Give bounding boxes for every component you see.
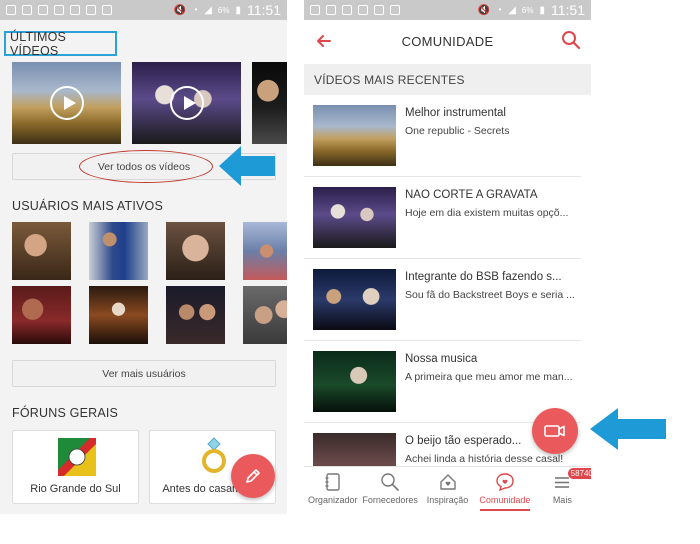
video-title: Integrante do BSB fazendo s...	[405, 271, 562, 283]
mute-icon: 🔇	[173, 4, 187, 16]
nav-label: Mais	[552, 495, 572, 505]
back-arrow-icon[interactable]	[314, 31, 334, 51]
video-thumbnail	[313, 105, 396, 166]
video-thumbnail[interactable]	[252, 62, 287, 144]
instagram-icon	[374, 5, 384, 15]
section-title-active-users: USUÁRIOS MAIS ATIVOS	[12, 199, 164, 213]
search-icon[interactable]	[561, 30, 581, 50]
play-icon[interactable]	[169, 86, 204, 120]
nav-label: Organizador	[307, 495, 358, 505]
nav-label: Comunidade	[479, 495, 531, 505]
rs-flag-icon	[58, 438, 96, 476]
notification-icons	[6, 5, 112, 15]
video-subtitle: A primeira que meu amor me man...	[405, 371, 573, 383]
see-more-users-button[interactable]: Ver mais usuários	[12, 360, 276, 387]
nav-item-fornecedores[interactable]: Fornecedores	[361, 467, 418, 514]
user-avatar[interactable]	[166, 222, 225, 280]
notification-badge: 58740	[567, 468, 591, 479]
video-thumbnails	[12, 62, 287, 144]
gallery-icon	[6, 5, 16, 15]
nav-item-mais[interactable]: 58740 Mais	[534, 467, 591, 514]
video-list-item[interactable]: NÃO CORTE A GRAVATA Hoje em dia existem …	[304, 177, 581, 259]
battery-percent: 6%	[217, 5, 230, 15]
highlight-ellipse	[79, 150, 213, 183]
instagram-icon	[342, 5, 352, 15]
bottom-navigation: Organizador Fornecedores Inspiração Comu…	[304, 466, 591, 514]
battery-icon: ▮	[235, 4, 241, 16]
play-icon[interactable]	[49, 86, 84, 120]
section-header-recent-videos: VÍDEOS MAIS RECENTES	[304, 64, 591, 95]
video-subtitle: Hoje em dia existem muitas opçõ...	[405, 207, 569, 219]
gallery-icon	[310, 5, 320, 15]
notebook-icon	[325, 473, 340, 491]
clock: 11:51	[247, 2, 281, 18]
battery-icon: ▮	[539, 4, 545, 16]
video-title: Nossa musica	[405, 353, 478, 365]
arrow-left-icon	[219, 146, 275, 186]
nav-label: Inspiração	[426, 495, 469, 505]
video-list-item[interactable]: Nossa musica A primeira que meu amor me …	[304, 341, 581, 423]
video-thumbnail[interactable]	[132, 62, 241, 144]
photo-icon	[102, 5, 112, 15]
video-list-item[interactable]: Melhor instrumental One republic - Secre…	[304, 95, 581, 177]
user-avatar[interactable]	[89, 286, 148, 344]
status-bar: 🔇 ◔ ◢ 6% ▮ 11:51	[304, 0, 591, 20]
video-thumbnail	[313, 351, 396, 412]
video-subtitle: One republic - Secrets	[405, 125, 510, 137]
instagram-icon	[358, 5, 368, 15]
signal-icon: ◢	[508, 4, 516, 16]
video-thumbnail[interactable]	[12, 62, 121, 144]
instagram-icon	[326, 5, 336, 15]
search-icon	[381, 473, 399, 491]
video-camera-icon	[544, 425, 565, 437]
forum-card-rio-grande-do-sul[interactable]: Rio Grande do Sul	[12, 430, 139, 504]
instagram-icon	[38, 5, 48, 15]
video-title: NÃO CORTE A GRAVATA	[405, 189, 538, 201]
instagram-icon	[86, 5, 96, 15]
download-icon	[22, 5, 32, 15]
nav-label: Fornecedores	[362, 495, 418, 505]
nav-item-inspiracao[interactable]: Inspiração	[419, 467, 476, 514]
arrow-left-icon	[590, 408, 666, 450]
section-title-general-forums: FÓRUNS GERAIS	[12, 406, 119, 420]
video-subtitle: Sou fã do Backstreet Boys e seria ...	[405, 289, 575, 301]
pencil-icon	[246, 469, 260, 483]
forum-label: Rio Grande do Sul	[30, 483, 121, 495]
top-app-bar: COMUNIDADE	[304, 20, 591, 62]
video-thumbnail	[313, 269, 396, 330]
left-screen: 🔇 ◔ ◢ 6% ▮ 11:51 ÚLTIMOS VÍDEOS Ver todo…	[0, 0, 287, 514]
nav-item-organizador[interactable]: Organizador	[304, 467, 361, 514]
wifi-icon: ◔	[496, 4, 503, 16]
user-avatar[interactable]	[243, 286, 287, 344]
wifi-icon: ◔	[192, 4, 199, 16]
mute-icon: 🔇	[477, 4, 491, 16]
house-icon	[439, 474, 456, 490]
instagram-icon	[54, 5, 64, 15]
ring-icon	[202, 437, 226, 473]
user-avatar[interactable]	[166, 286, 225, 344]
user-avatar[interactable]	[89, 222, 148, 280]
nav-item-comunidade[interactable]: Comunidade	[476, 467, 533, 514]
chat-heart-icon	[496, 473, 514, 492]
user-avatar[interactable]	[243, 222, 287, 280]
page-title: COMUNIDADE	[401, 33, 494, 49]
right-screen: 🔇 ◔ ◢ 6% ▮ 11:51 COMUNIDADE VÍDEOS MAIS …	[304, 0, 591, 514]
video-title: Melhor instrumental	[405, 107, 506, 119]
photo-icon	[390, 5, 400, 15]
battery-percent: 6%	[521, 5, 534, 15]
video-thumbnail	[313, 187, 396, 248]
status-bar: 🔇 ◔ ◢ 6% ▮ 11:51	[0, 0, 287, 20]
new-post-button[interactable]	[231, 454, 275, 498]
clock: 11:51	[551, 2, 585, 18]
record-video-button[interactable]	[532, 408, 578, 454]
user-avatar[interactable]	[12, 286, 71, 344]
notification-icons	[310, 5, 400, 15]
active-users-grid	[12, 222, 287, 344]
video-list-item[interactable]: Integrante do BSB fazendo s... Sou fã do…	[304, 259, 581, 341]
instagram-icon	[70, 5, 80, 15]
user-avatar[interactable]	[12, 222, 71, 280]
signal-icon: ◢	[204, 4, 212, 16]
section-title-latest-videos: ÚLTIMOS VÍDEOS	[4, 30, 117, 58]
video-subtitle: Achei linda a história desse casal!	[405, 453, 564, 465]
